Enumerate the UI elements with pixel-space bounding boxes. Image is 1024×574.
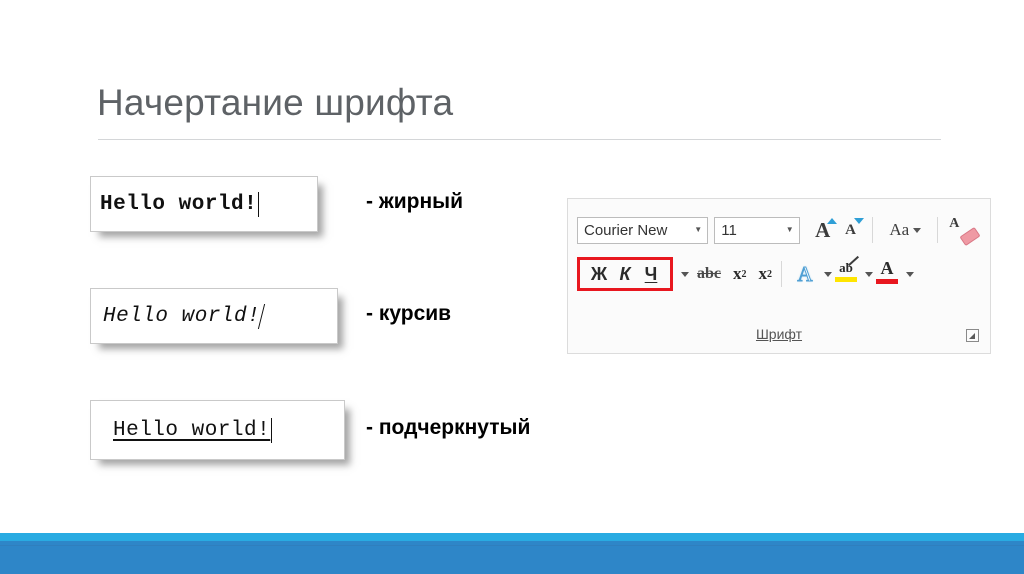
sample-row-bold: Hello world! - жирный: [0, 176, 640, 246]
sample-text-underline: Hello world!: [113, 418, 271, 442]
text-box-bold: Hello world!: [90, 176, 318, 232]
font-name-combobox[interactable]: Courier New ▼: [577, 216, 709, 244]
arrow-up-icon: [826, 218, 837, 224]
sample-label-underline: - подчеркнутый: [366, 416, 531, 439]
dialog-launcher-icon[interactable]: [966, 329, 979, 342]
ribbon-group-label: Шрифт: [755, 326, 803, 342]
toolbar-separator: [781, 261, 782, 287]
toolbar-separator: [872, 217, 874, 243]
chevron-down-icon[interactable]: [906, 271, 914, 277]
text-box-underline: Hello world!: [90, 400, 345, 460]
font-color-label: A: [880, 258, 894, 278]
underline-button[interactable]: Ч: [638, 261, 664, 287]
text-effects-button[interactable]: A: [791, 260, 819, 288]
sample-text-bold: Hello world!: [100, 192, 258, 216]
subscript-index: 2: [741, 268, 747, 280]
sample-label-bold: - жирный: [366, 190, 463, 213]
eraser-icon: [959, 226, 981, 247]
chevron-down-icon[interactable]: [865, 271, 873, 277]
text-box-italic: Hello world!: [90, 288, 338, 344]
italic-button[interactable]: К: [612, 261, 638, 287]
sample-text-italic: Hello world!: [103, 304, 261, 328]
shrink-font-button[interactable]: A: [838, 216, 865, 244]
sample-label-italic: - курсив: [366, 302, 452, 325]
pen-icon: [847, 255, 859, 267]
font-color-button[interactable]: A: [873, 259, 901, 289]
subscript-base: x: [733, 264, 742, 283]
bold-italic-underline-highlight-box: Ж К Ч: [577, 257, 673, 291]
chevron-down-icon[interactable]: ▼: [781, 226, 799, 234]
font-ribbon-row-top: Courier New ▼ 11 ▼ A A Aa A: [577, 212, 981, 248]
arrow-down-icon: [854, 218, 865, 224]
footer-accent-bar-light: [0, 533, 1024, 541]
change-case-label: Aa: [889, 220, 910, 239]
page-title: Начертание шрифта: [97, 82, 454, 123]
footer-hairline: [0, 545, 1024, 546]
clear-formatting-button[interactable]: A: [947, 215, 981, 247]
font-size-combobox[interactable]: 11 ▼: [714, 216, 800, 244]
highlight-label: ab: [839, 255, 859, 276]
text-caret: [258, 191, 260, 217]
chevron-down-icon[interactable]: [913, 227, 922, 233]
superscript-index: 2: [767, 268, 772, 280]
clear-formatting-icon: A: [949, 216, 960, 231]
font-color-swatch: [876, 279, 898, 284]
text-caret: [271, 417, 273, 443]
text-highlight-button[interactable]: ab: [832, 255, 860, 289]
grow-font-button[interactable]: A: [810, 216, 837, 244]
toolbar-separator: [937, 217, 939, 243]
superscript-button[interactable]: x2: [759, 264, 773, 284]
sample-row-italic: Hello world! - курсив: [0, 288, 640, 358]
change-case-button[interactable]: Aa: [882, 216, 928, 244]
bold-button[interactable]: Ж: [586, 261, 612, 287]
superscript-base: x: [758, 264, 768, 283]
font-ribbon-panel: Courier New ▼ 11 ▼ A A Aa A Ж К Ч abc x …: [567, 198, 991, 354]
font-name-value: Courier New: [584, 221, 668, 239]
highlight-color-swatch: [835, 277, 857, 282]
font-size-value: 11: [721, 221, 737, 239]
font-ribbon-content: Courier New ▼ 11 ▼ A A Aa A Ж К Ч abc x …: [577, 208, 981, 344]
strikethrough-button[interactable]: abc: [697, 265, 721, 283]
sample-row-underline: Hello world! - подчеркнутый: [0, 400, 640, 470]
title-divider: [98, 139, 941, 140]
subscript-button[interactable]: x2: [733, 264, 747, 284]
font-ribbon-row-bottom: Ж К Ч abc x2 x2 A ab A: [577, 255, 981, 292]
chevron-down-icon[interactable]: [824, 271, 832, 277]
chevron-down-icon[interactable]: [681, 271, 689, 277]
chevron-down-icon[interactable]: ▼: [689, 226, 707, 234]
shrink-font-icon: A: [845, 221, 856, 238]
